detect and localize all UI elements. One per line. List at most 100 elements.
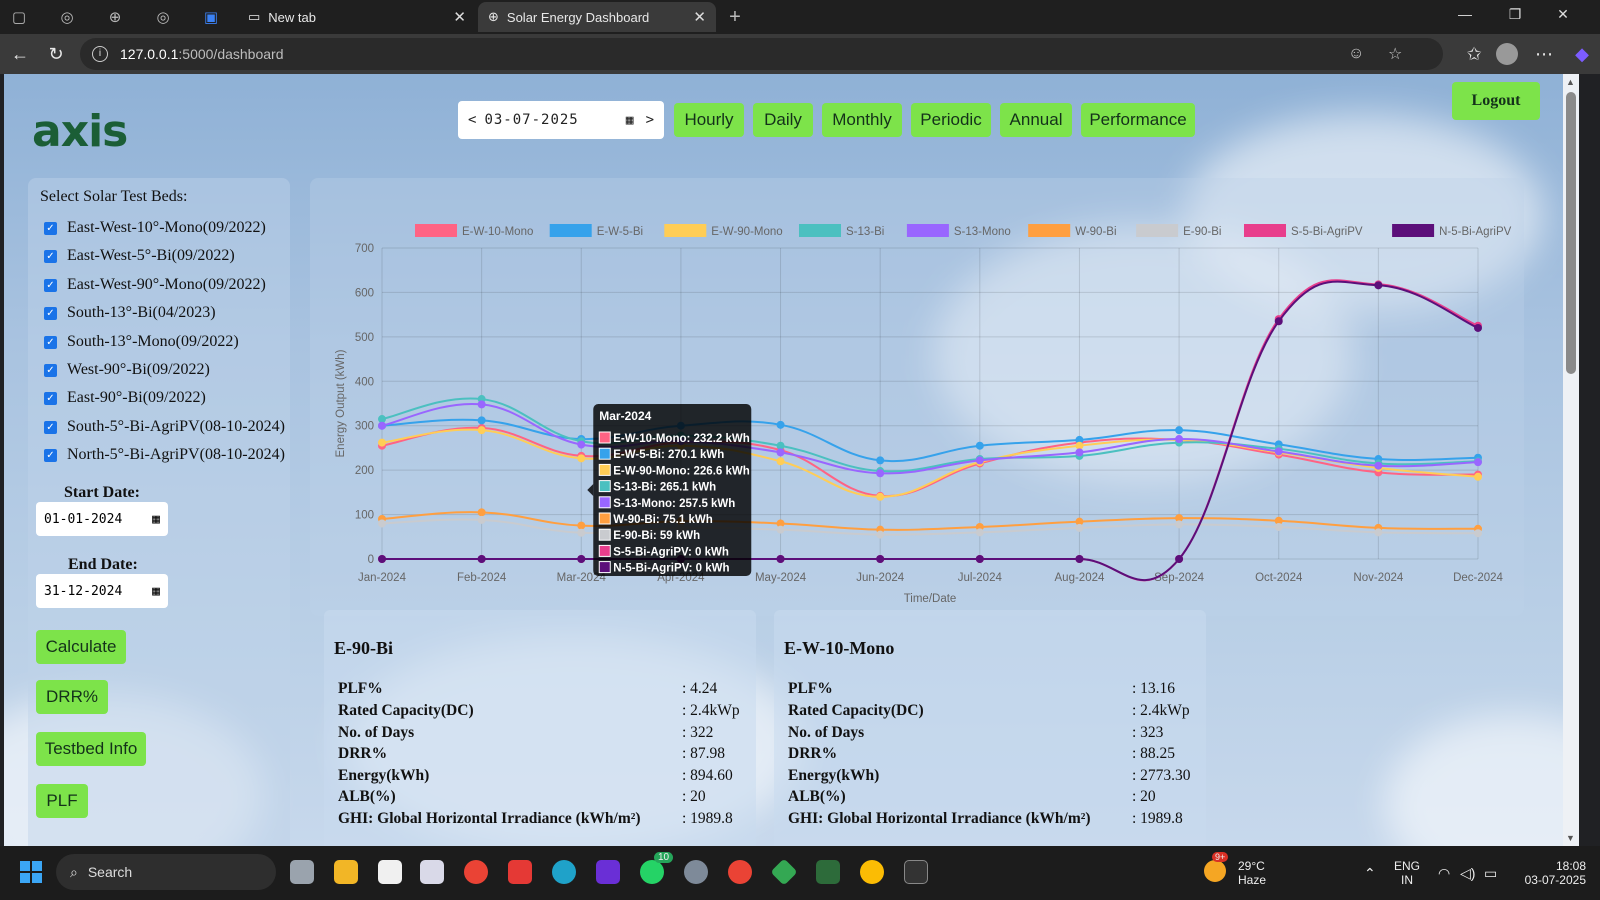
profile-avatar[interactable]	[1496, 43, 1518, 65]
data-point	[1175, 435, 1184, 444]
browser-toolbar: ← ↻ i 127.0.0.1:5000/dashboard ☺ ☆ ✩ ⋯ ◆	[0, 34, 1600, 74]
chrome-icon[interactable]	[464, 860, 488, 884]
new-tab-icon[interactable]: +	[724, 6, 746, 28]
page-scrollbar[interactable]: ▲ ▼	[1563, 74, 1579, 846]
calendar-icon[interactable]: ▦	[152, 512, 160, 527]
notepad-icon[interactable]	[378, 860, 402, 884]
checkbox-checked-icon[interactable]: ✓	[44, 221, 57, 235]
stat-key: Rated Capacity(DC)	[788, 702, 924, 719]
testbed-info-button[interactable]: Testbed Info	[36, 732, 146, 766]
pycharm-icon[interactable]	[816, 860, 840, 884]
daily-button[interactable]: Daily	[753, 103, 813, 137]
data-point	[1075, 555, 1084, 563]
testbed-checkbox[interactable]: ✓ West-90°-Bi(09/2022)	[44, 360, 210, 380]
testbed-checkbox[interactable]: ✓ South-13°-Bi(04/2023)	[44, 303, 216, 323]
scroll-down-icon[interactable]: ▼	[1566, 833, 1575, 843]
pinned-tab-globe-icon[interactable]: ⊕	[104, 6, 126, 28]
energy-line-chart[interactable]: 0 100 200 300 400 500 600 700 Jan-2024 Feb-2024 Ma…	[310, 178, 1524, 616]
checkbox-checked-icon[interactable]: ✓	[44, 448, 57, 462]
address-bar[interactable]: i 127.0.0.1:5000/dashboard ☺ ☆	[80, 38, 1443, 70]
anydesk-icon[interactable]	[508, 860, 532, 884]
start-date-input[interactable]: 01-01-2024 ▦	[36, 502, 168, 536]
reading-mode-icon[interactable]: ☺	[1348, 38, 1364, 70]
outlook-tab-icon[interactable]: ▣	[200, 6, 222, 28]
hourly-button[interactable]: Hourly	[674, 103, 744, 137]
more-menu-icon[interactable]: ⋯	[1532, 42, 1556, 66]
testbed-checkbox[interactable]: ✓ East-West-10°-Mono(09/2022)	[44, 218, 266, 238]
chevron-up-icon[interactable]: ⌃	[1364, 846, 1376, 900]
tab-solar-dashboard[interactable]: ⊕ Solar Energy Dashboard ✕	[478, 2, 716, 32]
terminal-icon[interactable]	[904, 860, 928, 884]
back-icon[interactable]: ←	[8, 42, 32, 66]
checkbox-checked-icon[interactable]: ✓	[44, 420, 57, 434]
settings-gear-icon[interactable]	[684, 860, 708, 884]
minimize-icon[interactable]: —	[1450, 6, 1480, 22]
windows-start-icon[interactable]	[20, 861, 42, 883]
drr-button[interactable]: DRR%	[36, 680, 108, 714]
copilot-icon[interactable]: ◆	[1570, 42, 1594, 66]
paint-icon[interactable]	[596, 860, 620, 884]
chrome-alt-icon[interactable]	[860, 860, 884, 884]
data-point	[876, 492, 885, 501]
pinned-tab-icon[interactable]: ◎	[152, 6, 174, 28]
task-view-icon[interactable]	[290, 860, 314, 884]
periodic-button[interactable]: Periodic	[911, 103, 991, 137]
testbed-checkbox[interactable]: ✓ South-13°-Mono(09/2022)	[44, 332, 239, 352]
calculate-button[interactable]: Calculate	[36, 630, 126, 664]
favorites-icon[interactable]: ✩	[1462, 42, 1486, 66]
wifi-icon[interactable]: ◠	[1438, 846, 1450, 900]
language-indicator[interactable]: ENG IN	[1394, 846, 1420, 900]
scroll-up-icon[interactable]: ▲	[1566, 77, 1575, 87]
date-picker[interactable]: < 03-07-2025 ▦ >	[458, 101, 664, 139]
calendar-icon[interactable]: ▦	[626, 113, 634, 128]
checkbox-checked-icon[interactable]: ✓	[44, 249, 57, 263]
refresh-icon[interactable]: ↻	[44, 42, 68, 66]
weather-widget[interactable]: 29°C Haze	[1238, 846, 1266, 900]
testbed-checkbox[interactable]: ✓ East-90°-Bi(09/2022)	[44, 388, 206, 408]
weather-badge: 9+	[1212, 852, 1229, 862]
checkbox-checked-icon[interactable]: ✓	[44, 278, 57, 292]
testbed-checkbox[interactable]: ✓ South-5°-Bi-AgriPV(08-10-2024)	[44, 417, 285, 437]
scrollbar-thumb[interactable]	[1566, 92, 1576, 374]
weather-sun-icon[interactable]	[1204, 860, 1226, 882]
clock[interactable]: 18:08 03-07-2025	[1518, 846, 1586, 900]
chrome-profile-icon[interactable]	[728, 860, 752, 884]
pinned-tab-icon[interactable]: ◎	[56, 6, 78, 28]
edge-icon[interactable]	[552, 860, 576, 884]
end-date-input[interactable]: 31-12-2024 ▦	[36, 574, 168, 608]
legend-swatch	[799, 224, 841, 237]
checkbox-checked-icon[interactable]: ✓	[44, 391, 57, 405]
close-tab-icon[interactable]: ✕	[453, 8, 466, 26]
monthly-button[interactable]: Monthly	[822, 103, 902, 137]
performance-button[interactable]: Performance	[1081, 103, 1195, 137]
file-explorer-icon[interactable]	[334, 860, 358, 884]
logout-button[interactable]: Logout	[1452, 82, 1540, 120]
window-close-icon[interactable]: ✕	[1548, 6, 1578, 23]
tooltip-line: S-5-Bi-AgriPV: 0 kWh	[613, 546, 729, 558]
current-date-value[interactable]: 03-07-2025	[484, 112, 625, 128]
restore-icon[interactable]: ❐	[1500, 6, 1530, 23]
battery-icon[interactable]: ▭	[1484, 846, 1497, 900]
tab-new-tab[interactable]: ▭ New tab ✕	[238, 2, 476, 32]
snipping-tool-icon[interactable]	[420, 860, 444, 884]
search-label: Search	[87, 864, 133, 880]
annual-button[interactable]: Annual	[1000, 103, 1072, 137]
testbed-checkbox[interactable]: ✓ East-West-5°-Bi(09/2022)	[44, 246, 235, 266]
git-icon[interactable]	[770, 858, 798, 886]
site-info-icon[interactable]: i	[92, 46, 108, 62]
volume-icon[interactable]: ◁)	[1460, 846, 1475, 900]
next-date-button[interactable]: >	[646, 112, 654, 128]
favorite-star-icon[interactable]: ☆	[1388, 38, 1402, 70]
close-tab-icon[interactable]: ✕	[693, 8, 706, 26]
checkbox-checked-icon[interactable]: ✓	[44, 306, 57, 320]
checkbox-checked-icon[interactable]: ✓	[44, 363, 57, 377]
whatsapp-icon[interactable]	[640, 860, 664, 884]
testbed-checkbox[interactable]: ✓ East-West-90°-Mono(09/2022)	[44, 275, 266, 295]
checkbox-checked-icon[interactable]: ✓	[44, 335, 57, 349]
plf-button[interactable]: PLF	[36, 784, 88, 818]
testbed-checkbox[interactable]: ✓ North-5°-Bi-AgriPV(08-10-2024)	[44, 445, 285, 465]
prev-date-button[interactable]: <	[468, 112, 476, 128]
tab-actions-icon[interactable]: ▢	[8, 6, 30, 28]
calendar-icon[interactable]: ▦	[152, 584, 160, 599]
taskbar-search[interactable]: ⌕ Search	[56, 854, 276, 890]
